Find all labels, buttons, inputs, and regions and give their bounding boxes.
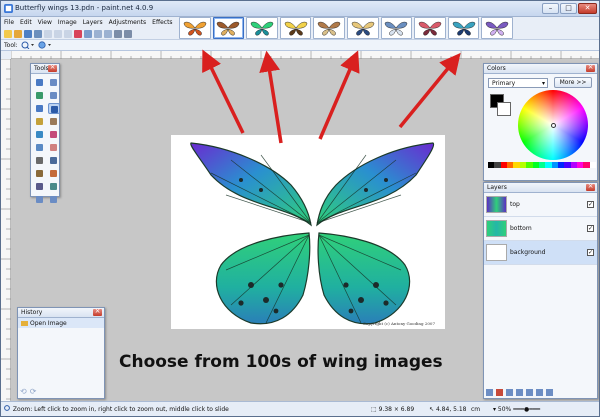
chevron-down-icon: ▾ bbox=[541, 80, 545, 87]
tools-panel-close-icon[interactable] bbox=[48, 62, 57, 72]
move-layer-up-icon[interactable] bbox=[526, 389, 533, 396]
status-bar: Zoom: Left click to zoom in, right click… bbox=[1, 401, 599, 416]
layer-visibility-checkbox[interactable]: ✓ bbox=[587, 225, 594, 232]
layers-panel-close-icon[interactable] bbox=[586, 181, 595, 191]
tools-panel: Tools bbox=[30, 62, 60, 203]
history-panel-close-icon[interactable] bbox=[93, 306, 102, 316]
palette-swatch[interactable] bbox=[589, 162, 597, 168]
layer-row-bottom[interactable]: bottom ✓ bbox=[484, 217, 597, 241]
layer-row-top[interactable]: top ✓ bbox=[484, 193, 597, 217]
layer-name: background bbox=[510, 249, 546, 256]
more-colors-button[interactable]: More >> bbox=[554, 77, 592, 88]
layers-panel: Layers top ✓ bottom ✓ background ✓ bbox=[483, 181, 598, 399]
promo-caption: Choose from 100s of wing images bbox=[119, 352, 443, 372]
color-picker-icon[interactable] bbox=[48, 155, 60, 166]
ellipse-select-icon[interactable] bbox=[34, 103, 46, 114]
eraser-icon[interactable] bbox=[48, 142, 60, 153]
colors-panel: Colors Primary ▾ More >> bbox=[483, 62, 598, 181]
lasso-icon[interactable] bbox=[34, 90, 46, 101]
layer-thumbnail bbox=[486, 220, 507, 237]
layer-thumbnail bbox=[486, 244, 507, 261]
move-selection-icon[interactable] bbox=[48, 77, 60, 88]
pencil-icon[interactable] bbox=[34, 155, 46, 166]
pan-icon[interactable] bbox=[48, 116, 60, 127]
colors-panel-close-icon[interactable] bbox=[586, 62, 595, 72]
status-hint: Zoom: Left click to zoom in, right click… bbox=[12, 406, 229, 413]
arrow-1 bbox=[202, 49, 245, 134]
secondary-color-swatch[interactable] bbox=[497, 102, 511, 116]
delete-layer-icon[interactable] bbox=[496, 389, 503, 396]
zoom-readout[interactable]: ▾ 50% ━━━●━━━ bbox=[493, 402, 541, 416]
text-icon[interactable] bbox=[34, 181, 46, 192]
layer-controls bbox=[486, 389, 553, 396]
layer-name: bottom bbox=[510, 225, 532, 232]
zoom-slider-icon: ━━━●━━━ bbox=[513, 406, 541, 413]
arrow-4 bbox=[398, 52, 461, 129]
palette-strip[interactable] bbox=[488, 162, 597, 168]
zoom-icon[interactable] bbox=[48, 103, 60, 114]
layers-panel-title: Layers bbox=[484, 181, 597, 193]
layer-name: top bbox=[510, 201, 520, 208]
layer-thumbnail bbox=[486, 196, 507, 213]
clone-stamp-icon[interactable] bbox=[34, 168, 46, 179]
colors-panel-title: Colors bbox=[484, 62, 597, 74]
move-selected-icon[interactable] bbox=[48, 90, 60, 101]
magic-wand-icon[interactable] bbox=[34, 116, 46, 127]
paint-bucket-icon[interactable] bbox=[34, 129, 46, 140]
duplicate-layer-icon[interactable] bbox=[506, 389, 513, 396]
line-curve-icon[interactable] bbox=[48, 181, 60, 192]
merge-layer-icon[interactable] bbox=[516, 389, 523, 396]
open-image-icon bbox=[21, 320, 28, 326]
arrow-3 bbox=[318, 50, 360, 140]
move-layer-down-icon[interactable] bbox=[536, 389, 543, 396]
redo-history-icon[interactable]: ⟳ bbox=[30, 387, 37, 396]
tools-panel-title: Tools bbox=[31, 62, 59, 74]
history-controls: ⟲ ⟳ bbox=[20, 387, 36, 396]
history-panel: History Open Image ⟲ ⟳ bbox=[17, 306, 105, 399]
history-item-label: Open Image bbox=[30, 319, 67, 327]
add-layer-icon[interactable] bbox=[486, 389, 493, 396]
layer-visibility-checkbox[interactable]: ✓ bbox=[587, 201, 594, 208]
gradient-icon[interactable] bbox=[48, 129, 60, 140]
history-panel-title: History bbox=[18, 306, 104, 318]
history-item[interactable]: Open Image bbox=[18, 318, 104, 328]
paintnet-window: Butterfly wings 13.pdn - paint.net 4.0.9… bbox=[0, 0, 600, 417]
undo-history-icon[interactable]: ⟲ bbox=[20, 387, 27, 396]
image-size-readout: ⬚ 9.38 × 6.89 bbox=[371, 406, 415, 413]
select-rect-icon[interactable] bbox=[34, 77, 46, 88]
image-size-icon: ⬚ bbox=[371, 406, 377, 413]
layer-row-background[interactable]: background ✓ bbox=[484, 241, 597, 265]
units-readout[interactable]: cm bbox=[471, 402, 480, 416]
color-wheel[interactable] bbox=[518, 90, 588, 160]
arrow-2 bbox=[259, 50, 283, 144]
color-mode-select[interactable]: Primary ▾ bbox=[488, 78, 548, 88]
shapes-icon-2[interactable] bbox=[48, 194, 60, 205]
tools-grid bbox=[31, 74, 60, 208]
recolor-icon[interactable] bbox=[48, 168, 60, 179]
layer-properties-icon[interactable] bbox=[546, 389, 553, 396]
cursor-icon: ↖ bbox=[429, 406, 435, 413]
paintbrush-icon[interactable] bbox=[34, 142, 46, 153]
layer-visibility-checkbox[interactable]: ✓ bbox=[587, 249, 594, 256]
zoom-status-icon bbox=[4, 405, 10, 411]
shapes-icon[interactable] bbox=[34, 194, 46, 205]
cursor-position-readout: ↖ 4.84, 5.18 bbox=[429, 406, 467, 413]
